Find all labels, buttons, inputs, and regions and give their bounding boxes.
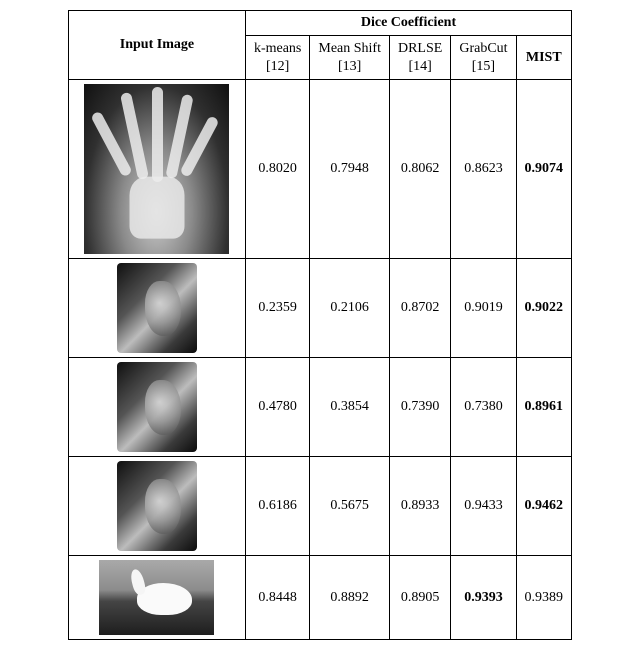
knee-mri-image — [117, 461, 197, 551]
image-cell — [68, 457, 245, 556]
cell-grabcut: 0.7380 — [451, 358, 516, 457]
table-row: 0.2359 0.2106 0.8702 0.9019 0.9022 — [68, 259, 571, 358]
cell-mist: 0.8961 — [516, 358, 572, 457]
header-method-mist: MIST — [516, 36, 572, 80]
header-method-grabcut: GrabCut [15] — [451, 36, 516, 80]
cell-meanshift: 0.3854 — [310, 358, 390, 457]
cell-drlse: 0.8062 — [389, 80, 450, 259]
header-method-kmeans: k-means [12] — [245, 36, 309, 80]
cell-kmeans: 0.8448 — [245, 556, 309, 640]
image-cell — [68, 556, 245, 640]
header-method-drlse: DRLSE [14] — [389, 36, 450, 80]
swan-image — [99, 560, 214, 635]
knee-mri-image — [117, 263, 197, 353]
table-row: 0.4780 0.3854 0.7390 0.7380 0.8961 — [68, 358, 571, 457]
cell-drlse: 0.8905 — [389, 556, 450, 640]
cell-kmeans: 0.4780 — [245, 358, 309, 457]
cell-grabcut: 0.9019 — [451, 259, 516, 358]
image-cell — [68, 80, 245, 259]
cell-drlse: 0.8702 — [389, 259, 450, 358]
header-input-image: Input Image — [68, 11, 245, 80]
cell-drlse: 0.8933 — [389, 457, 450, 556]
cell-meanshift: 0.2106 — [310, 259, 390, 358]
cell-mist: 0.9389 — [516, 556, 572, 640]
table-body: 0.8020 0.7948 0.8062 0.8623 0.9074 0.235… — [68, 80, 571, 640]
cell-grabcut: 0.8623 — [451, 80, 516, 259]
cell-meanshift: 0.5675 — [310, 457, 390, 556]
header-dice-coefficient: Dice Coefficient — [245, 11, 571, 36]
header-method-meanshift: Mean Shift [13] — [310, 36, 390, 80]
cell-grabcut: 0.9393 — [451, 556, 516, 640]
cell-kmeans: 0.8020 — [245, 80, 309, 259]
cell-mist: 0.9074 — [516, 80, 572, 259]
cell-grabcut: 0.9433 — [451, 457, 516, 556]
hand-xray-image — [84, 84, 229, 254]
cell-drlse: 0.7390 — [389, 358, 450, 457]
table-row: 0.8448 0.8892 0.8905 0.9393 0.9389 — [68, 556, 571, 640]
cell-kmeans: 0.6186 — [245, 457, 309, 556]
table-row: 0.8020 0.7948 0.8062 0.8623 0.9074 — [68, 80, 571, 259]
table-row: 0.6186 0.5675 0.8933 0.9433 0.9462 — [68, 457, 571, 556]
knee-mri-image — [117, 362, 197, 452]
cell-mist: 0.9462 — [516, 457, 572, 556]
dice-coefficient-table: Input Image Dice Coefficient k-means [12… — [68, 10, 572, 640]
cell-mist: 0.9022 — [516, 259, 572, 358]
cell-kmeans: 0.2359 — [245, 259, 309, 358]
image-cell — [68, 358, 245, 457]
cell-meanshift: 0.7948 — [310, 80, 390, 259]
cell-meanshift: 0.8892 — [310, 556, 390, 640]
image-cell — [68, 259, 245, 358]
